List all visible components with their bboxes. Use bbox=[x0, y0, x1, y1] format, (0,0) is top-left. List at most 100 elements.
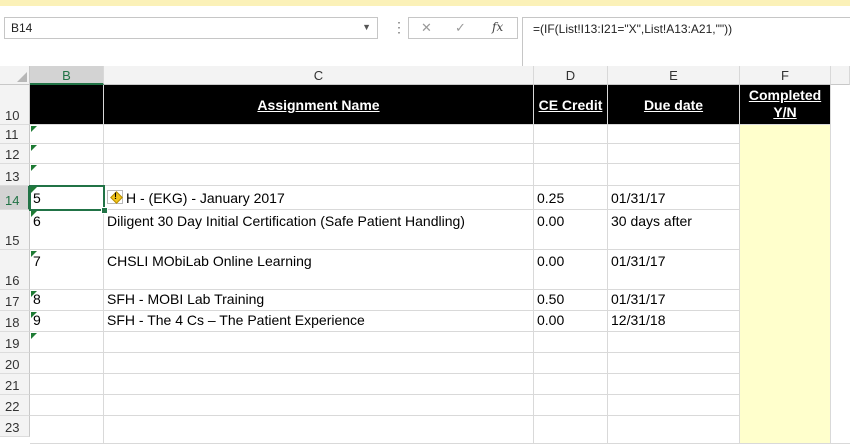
enter-icon[interactable]: ✓ bbox=[455, 20, 466, 36]
row-header-15[interactable]: 15 bbox=[0, 210, 30, 250]
cancel-icon[interactable]: ✕ bbox=[421, 20, 432, 36]
table-row-num-cell[interactable]: 6 bbox=[30, 210, 104, 250]
table-row-credit-cell[interactable]: 0.50 bbox=[534, 290, 608, 311]
completed-column-cells[interactable] bbox=[740, 125, 831, 444]
table-row-name-cell[interactable]: SFH - MOBI Lab Training bbox=[104, 290, 534, 311]
formula-input[interactable]: =(IF(List!I13:I21="X",List!A13:A21,"")) bbox=[522, 17, 850, 69]
column-header-g[interactable] bbox=[831, 66, 850, 85]
row-header-10[interactable]: 10 bbox=[0, 85, 30, 125]
grid-cell[interactable] bbox=[608, 374, 740, 395]
table-row-due-cell[interactable]: 12/31/18 bbox=[608, 311, 740, 332]
row-header-11[interactable]: 11 bbox=[0, 125, 30, 144]
column-header-c[interactable]: C bbox=[104, 66, 534, 85]
more-options-icon[interactable]: ⋮ bbox=[392, 19, 406, 36]
grid-cell[interactable] bbox=[30, 374, 104, 395]
column-header-f[interactable]: F bbox=[740, 66, 831, 85]
table-row-credit-cell[interactable]: 0.00 bbox=[534, 311, 608, 332]
table-row-credit-cell[interactable]: 0.00 bbox=[534, 210, 608, 250]
grid-cell[interactable] bbox=[30, 125, 104, 144]
select-all-corner[interactable] bbox=[0, 66, 30, 85]
row-number: 12 bbox=[5, 147, 20, 162]
row-header-21[interactable]: 21 bbox=[0, 374, 30, 395]
grid-cell[interactable] bbox=[30, 416, 104, 444]
header-ce-credit[interactable]: CE Credit bbox=[534, 85, 608, 125]
grid-cell[interactable] bbox=[534, 125, 608, 144]
header-cell-b[interactable] bbox=[30, 85, 104, 125]
name-box-value: B14 bbox=[11, 21, 33, 35]
table-row-name-cell[interactable]: H - (EKG) - January 2017 bbox=[104, 186, 534, 210]
header-assignment-name[interactable]: Assignment Name bbox=[104, 85, 534, 125]
table-row-num-cell[interactable]: 9 bbox=[30, 311, 104, 332]
grid-cell[interactable] bbox=[608, 164, 740, 186]
cell-value: CHSLI MObiLab Online Learning bbox=[107, 253, 312, 269]
grid-cell[interactable] bbox=[831, 85, 850, 444]
row-header-12[interactable]: 12 bbox=[0, 144, 30, 164]
grid-cell[interactable] bbox=[104, 144, 534, 164]
grid-cell[interactable] bbox=[608, 332, 740, 353]
grid-cell[interactable] bbox=[608, 144, 740, 164]
row-header-17[interactable]: 17 bbox=[0, 290, 30, 311]
row-header-19[interactable]: 19 bbox=[0, 332, 30, 353]
table-row-due-cell[interactable]: 01/31/17 bbox=[608, 290, 740, 311]
row-header-20[interactable]: 20 bbox=[0, 353, 30, 374]
table-row-due-cell[interactable]: 01/31/17 bbox=[608, 186, 740, 210]
row-header-18[interactable]: 18 bbox=[0, 311, 30, 332]
row-header-13[interactable]: 13 bbox=[0, 164, 30, 186]
table-row-credit-cell[interactable]: 0.00 bbox=[534, 250, 608, 290]
grid-cell[interactable] bbox=[534, 416, 608, 444]
table-row-credit-cell[interactable]: 0.25 bbox=[534, 186, 608, 210]
table-row-name-cell[interactable]: SFH - The 4 Cs – The Patient Experience bbox=[104, 311, 534, 332]
column-header-e[interactable]: E bbox=[608, 66, 740, 85]
error-warning-icon[interactable]: ! bbox=[107, 190, 123, 204]
row-number: 13 bbox=[5, 169, 20, 184]
row-header-22[interactable]: 22 bbox=[0, 395, 30, 416]
grid-cell[interactable] bbox=[534, 353, 608, 374]
header-completed[interactable]: Completed Y/N bbox=[740, 85, 831, 125]
grid-cell[interactable] bbox=[30, 332, 104, 353]
grid-cell[interactable] bbox=[608, 395, 740, 416]
grid-cell[interactable] bbox=[104, 125, 534, 144]
spreadsheet-grid[interactable]: B C D E F 10 11 12 13 14 15 16 17 18 19 … bbox=[0, 66, 850, 444]
name-box[interactable]: B14 ▼ bbox=[4, 17, 378, 39]
fill-handle[interactable] bbox=[101, 207, 108, 214]
table-row-due-cell[interactable]: 01/31/17 bbox=[608, 250, 740, 290]
grid-cell[interactable] bbox=[104, 416, 534, 444]
grid-cell[interactable] bbox=[30, 144, 104, 164]
grid-cell[interactable] bbox=[608, 125, 740, 144]
grid-cell[interactable] bbox=[534, 164, 608, 186]
table-row-num-cell[interactable]: 8 bbox=[30, 290, 104, 311]
header-due-date[interactable]: Due date bbox=[608, 85, 740, 125]
grid-cell[interactable] bbox=[534, 332, 608, 353]
grid-cell[interactable] bbox=[104, 374, 534, 395]
table-row-num-cell[interactable]: 7 bbox=[30, 250, 104, 290]
table-row-name-cell[interactable]: CHSLI MObiLab Online Learning bbox=[104, 250, 534, 290]
cell-value: 0.00 bbox=[537, 312, 565, 328]
grid-cell[interactable] bbox=[30, 353, 104, 374]
insert-function-icon[interactable]: fx bbox=[492, 20, 503, 34]
row-header-16[interactable]: 16 bbox=[0, 250, 30, 290]
grid-cell[interactable] bbox=[104, 353, 534, 374]
grid-cell[interactable] bbox=[608, 416, 740, 444]
grid-cell[interactable] bbox=[30, 395, 104, 416]
column-header-d[interactable]: D bbox=[534, 66, 608, 85]
grid-cell[interactable] bbox=[534, 395, 608, 416]
table-row-name-cell[interactable]: Diligent 30 Day Initial Certification (S… bbox=[104, 210, 534, 250]
error-indicator-icon bbox=[31, 145, 37, 151]
table-row-due-cell[interactable]: 30 days after bbox=[608, 210, 740, 250]
column-header-b[interactable]: B bbox=[30, 66, 104, 85]
cell-value: 01/31/17 bbox=[611, 253, 666, 269]
chevron-down-icon[interactable]: ▼ bbox=[362, 22, 371, 32]
grid-cell[interactable] bbox=[104, 332, 534, 353]
cell-value: 30 days after bbox=[611, 213, 692, 229]
row-number: 19 bbox=[5, 336, 20, 351]
row-header-23[interactable]: 23 bbox=[0, 416, 30, 437]
grid-cell[interactable] bbox=[30, 164, 104, 186]
grid-cell[interactable] bbox=[534, 144, 608, 164]
grid-cell[interactable] bbox=[104, 164, 534, 186]
grid-cell[interactable] bbox=[608, 353, 740, 374]
grid-cell[interactable] bbox=[104, 395, 534, 416]
row-header-14[interactable]: 14 bbox=[0, 186, 30, 210]
active-cell-selection[interactable] bbox=[29, 185, 105, 211]
grid-cell[interactable] bbox=[534, 374, 608, 395]
error-indicator-icon bbox=[31, 251, 37, 257]
